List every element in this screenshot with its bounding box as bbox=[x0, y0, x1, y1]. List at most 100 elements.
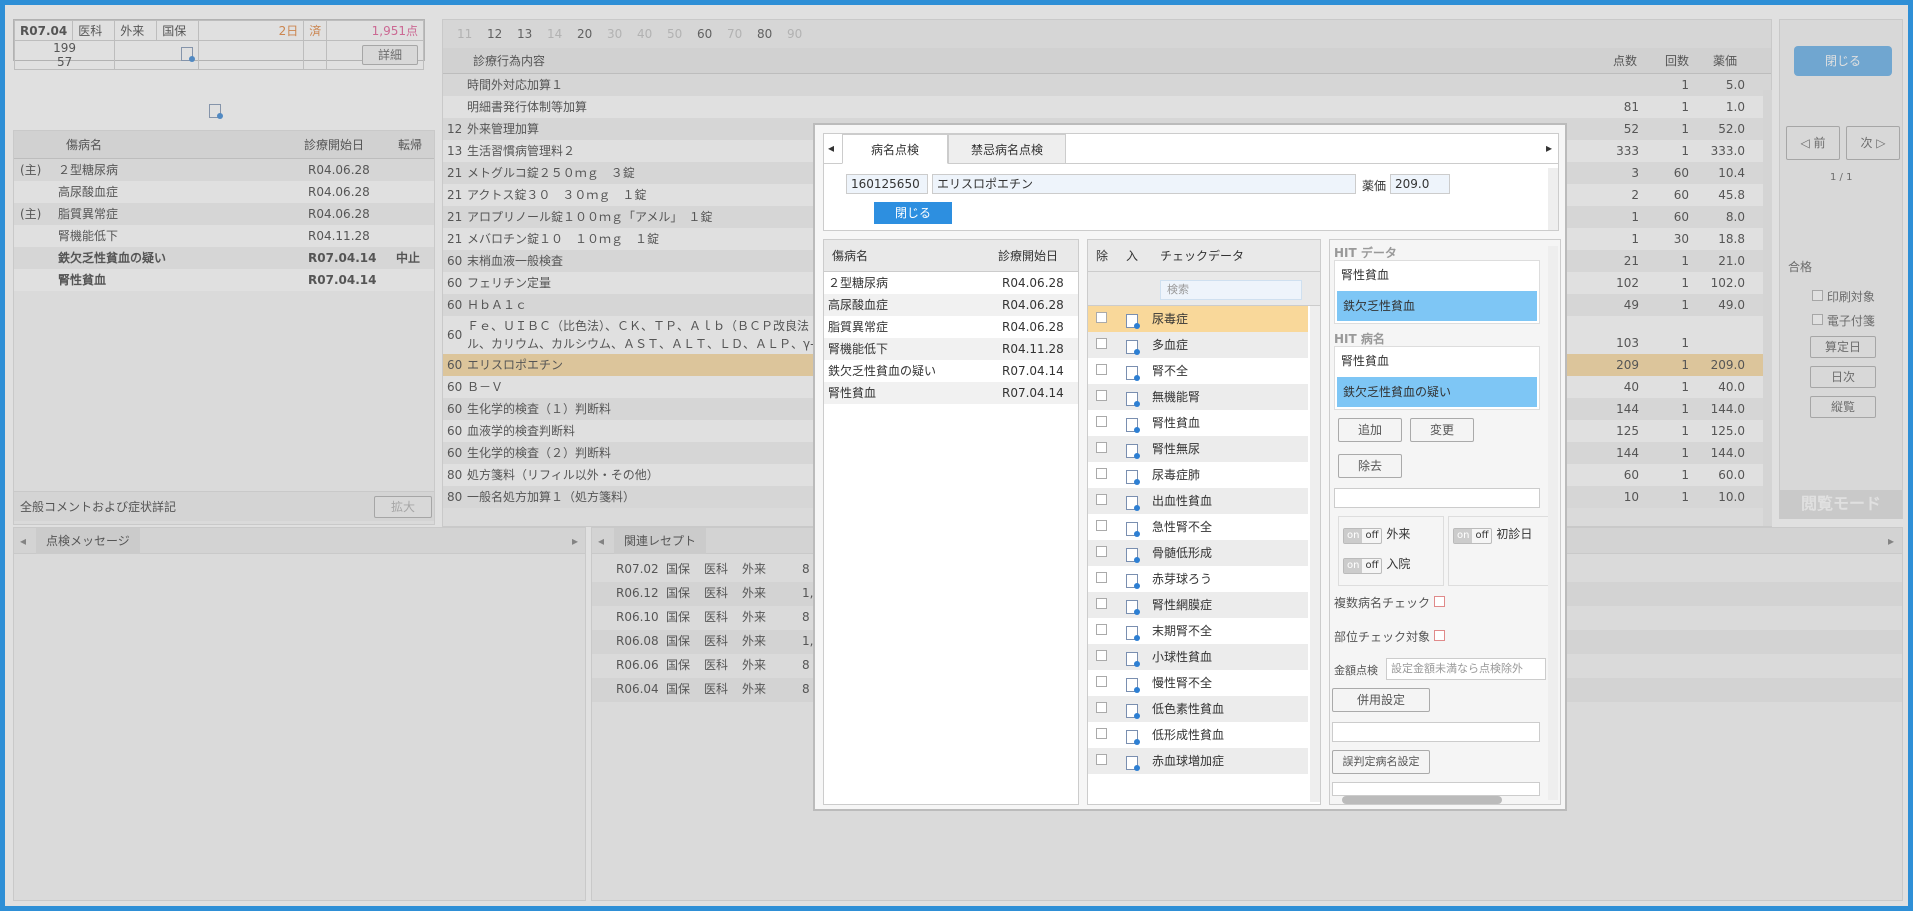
drug-code: 160125650 bbox=[846, 174, 928, 194]
exclude-checkbox[interactable] bbox=[1096, 598, 1107, 609]
document-icon[interactable] bbox=[1126, 522, 1140, 537]
document-icon[interactable] bbox=[1126, 444, 1140, 459]
hit-name-item-selected[interactable]: 鉄欠乏性貧血の疑い bbox=[1337, 377, 1537, 407]
document-icon[interactable] bbox=[1126, 470, 1140, 485]
exclude-checkbox[interactable] bbox=[1096, 650, 1107, 661]
misjudge-input[interactable] bbox=[1332, 782, 1540, 796]
first-day-toggle[interactable]: on off bbox=[1453, 528, 1493, 544]
document-icon[interactable] bbox=[1126, 392, 1140, 407]
hit-data-item-selected[interactable]: 鉄欠乏性貧血 bbox=[1337, 291, 1537, 321]
modal-disease-list: 傷病名 診療開始日 ２型糖尿病 R04.06.28 高尿酸血症 R04.06.28 脂質… bbox=[823, 239, 1079, 805]
modal-disease-name: 腎性貧血 bbox=[828, 386, 877, 400]
check-data-row[interactable]: 小球性貧血 bbox=[1088, 644, 1308, 670]
exclude-checkbox[interactable] bbox=[1096, 390, 1107, 401]
modal-disease-name: 高尿酸血症 bbox=[828, 298, 889, 312]
document-icon[interactable] bbox=[1126, 678, 1140, 693]
col-exclude: 除 bbox=[1096, 249, 1109, 263]
combined-input[interactable] bbox=[1332, 722, 1540, 742]
multi-check-checkbox[interactable] bbox=[1433, 596, 1445, 607]
exclude-checkbox[interactable] bbox=[1096, 546, 1107, 557]
hit-name-item[interactable]: 腎性貧血 bbox=[1335, 347, 1539, 375]
check-search-input[interactable]: 検索 bbox=[1160, 280, 1302, 300]
exclude-checkbox[interactable] bbox=[1096, 728, 1107, 739]
exclude-checkbox[interactable] bbox=[1096, 702, 1107, 713]
modal-disease-row[interactable]: 腎性貧血 R07.04.14 bbox=[824, 382, 1078, 404]
document-icon[interactable] bbox=[1126, 730, 1140, 745]
exclude-checkbox[interactable] bbox=[1096, 572, 1107, 583]
document-icon[interactable] bbox=[1126, 366, 1140, 381]
document-icon[interactable] bbox=[1126, 340, 1140, 355]
misjudge-setting-button[interactable]: 誤判定病名設定 bbox=[1332, 750, 1430, 774]
amount-input[interactable]: 設定金額未満なら点検除外 bbox=[1386, 658, 1546, 680]
check-data-row[interactable]: 慢性腎不全 bbox=[1088, 670, 1308, 696]
check-data-row[interactable]: 低形成性貧血 bbox=[1088, 722, 1308, 748]
hit-hscrollbar[interactable] bbox=[1342, 796, 1502, 804]
check-data-row[interactable]: 末期腎不全 bbox=[1088, 618, 1308, 644]
modal-disease-row[interactable]: ２型糖尿病 R04.06.28 bbox=[824, 272, 1078, 294]
drug-price: 209.0 bbox=[1390, 174, 1450, 194]
multi-check-label: 複数病名チェック bbox=[1334, 596, 1431, 610]
check-data-row[interactable]: 骨髄低形成 bbox=[1088, 540, 1308, 566]
exclude-checkbox[interactable] bbox=[1096, 364, 1107, 375]
check-data-row[interactable]: 腎性無尿 bbox=[1088, 436, 1308, 462]
document-icon[interactable] bbox=[1126, 756, 1140, 771]
change-button[interactable]: 変更 bbox=[1410, 418, 1474, 442]
check-data-row[interactable]: 尿毒症 bbox=[1088, 306, 1308, 332]
check-data-row[interactable]: 腎不全 bbox=[1088, 358, 1308, 384]
check-data-name: 赤血球増加症 bbox=[1152, 754, 1225, 768]
check-data-row[interactable]: 尿毒症肺 bbox=[1088, 462, 1308, 488]
check-data-row[interactable]: 出血性貧血 bbox=[1088, 488, 1308, 514]
exclude-checkbox[interactable] bbox=[1096, 754, 1107, 765]
document-icon[interactable] bbox=[1126, 574, 1140, 589]
document-icon[interactable] bbox=[1126, 652, 1140, 667]
document-icon[interactable] bbox=[1126, 496, 1140, 511]
check-data-row[interactable]: 低色素性貧血 bbox=[1088, 696, 1308, 722]
exclude-checkbox[interactable] bbox=[1096, 494, 1107, 505]
modal-close-button[interactable]: 閉じる bbox=[874, 202, 952, 224]
check-scrollbar[interactable] bbox=[1310, 306, 1320, 802]
modal-disease-row[interactable]: 脂質異常症 R04.06.28 bbox=[824, 316, 1078, 338]
document-icon[interactable] bbox=[1126, 626, 1140, 641]
check-data-row[interactable]: 急性腎不全 bbox=[1088, 514, 1308, 540]
modal-disease-row[interactable]: 鉄欠乏性貧血の疑い R07.04.14 bbox=[824, 360, 1078, 382]
check-data-row[interactable]: 腎性貧血 bbox=[1088, 410, 1308, 436]
check-data-row[interactable]: 赤血球増加症 bbox=[1088, 748, 1308, 774]
exclude-checkbox[interactable] bbox=[1096, 468, 1107, 479]
check-data-row[interactable]: 腎性網膜症 bbox=[1088, 592, 1308, 618]
exclude-checkbox[interactable] bbox=[1096, 676, 1107, 687]
exclude-checkbox[interactable] bbox=[1096, 442, 1107, 453]
exclude-checkbox[interactable] bbox=[1096, 520, 1107, 531]
add-button[interactable]: 追加 bbox=[1338, 418, 1402, 442]
document-icon[interactable] bbox=[1126, 314, 1140, 329]
outpatient-toggle[interactable]: on off bbox=[1343, 528, 1383, 544]
exclude-checkbox[interactable] bbox=[1096, 416, 1107, 427]
document-icon[interactable] bbox=[1126, 704, 1140, 719]
hit-scrollbar[interactable] bbox=[1548, 246, 1558, 800]
header-scrollbar[interactable] bbox=[1548, 168, 1558, 230]
part-check-checkbox[interactable] bbox=[1433, 630, 1445, 641]
hit-data-item[interactable]: 腎性貧血 bbox=[1335, 261, 1539, 289]
amount-label: 金額点検 bbox=[1334, 664, 1378, 677]
document-icon[interactable] bbox=[1126, 548, 1140, 563]
check-data-row[interactable]: 多血症 bbox=[1088, 332, 1308, 358]
exclude-checkbox[interactable] bbox=[1096, 338, 1107, 349]
tab-disease-check[interactable]: 病名点検 bbox=[842, 134, 948, 164]
modal-disease-date: R07.04.14 bbox=[1002, 364, 1064, 378]
modal-disease-row[interactable]: 高尿酸血症 R04.06.28 bbox=[824, 294, 1078, 316]
inpatient-toggle[interactable]: on off bbox=[1343, 558, 1383, 574]
exclude-checkbox[interactable] bbox=[1096, 624, 1107, 635]
hit-edit-input[interactable] bbox=[1334, 488, 1540, 508]
document-icon[interactable] bbox=[1126, 418, 1140, 433]
tab-contraindication-check[interactable]: 禁忌病名点検 bbox=[948, 134, 1066, 164]
remove-button[interactable]: 除去 bbox=[1338, 454, 1402, 478]
tab-scroll-left-icon[interactable]: ◂ bbox=[828, 141, 834, 155]
exclude-checkbox[interactable] bbox=[1096, 312, 1107, 323]
check-data-row[interactable]: 無機能腎 bbox=[1088, 384, 1308, 410]
combined-setting-button[interactable]: 併用設定 bbox=[1332, 688, 1430, 712]
modal-disease-row[interactable]: 腎機能低下 R04.11.28 bbox=[824, 338, 1078, 360]
modal-disease-name: 鉄欠乏性貧血の疑い bbox=[828, 364, 937, 378]
check-data-row[interactable]: 赤芽球ろう bbox=[1088, 566, 1308, 592]
app-window: R07.04 医科 外来 国保 2日 済 1,951点 199 57 詳細 傷病… bbox=[5, 5, 1908, 906]
tab-scroll-right-icon[interactable]: ▸ bbox=[1546, 141, 1552, 155]
document-icon[interactable] bbox=[1126, 600, 1140, 615]
